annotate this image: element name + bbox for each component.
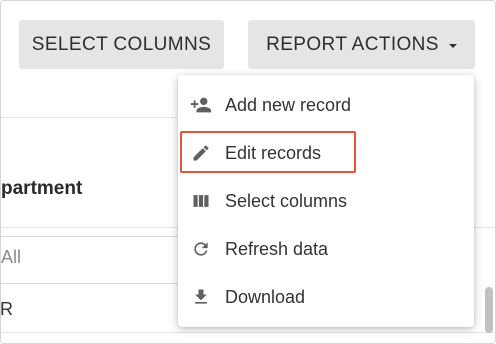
table-cell: R: [0, 299, 13, 319]
columns-icon: [190, 190, 212, 212]
menu-item-label: Add new record: [225, 94, 352, 115]
menu-item-label: Select columns: [225, 190, 348, 211]
report-panel: SELECT COLUMNS REPORT ACTIONS partment A…: [0, 0, 496, 344]
menu-item-label: Edit records: [225, 142, 322, 163]
divider: [1, 117, 177, 118]
pencil-icon: [190, 142, 212, 164]
download-icon: [190, 286, 212, 308]
report-actions-button[interactable]: REPORT ACTIONS: [248, 20, 475, 69]
menu-item-edit-records[interactable]: Edit records: [178, 129, 474, 177]
menu-item-label: Download: [225, 286, 306, 307]
scrollbar-thumb[interactable]: [485, 287, 493, 333]
department-column-header[interactable]: partment: [1, 178, 82, 200]
caret-down-icon: [448, 43, 457, 48]
select-columns-button[interactable]: SELECT COLUMNS: [19, 20, 224, 69]
select-columns-button-label: SELECT COLUMNS: [31, 33, 212, 55]
report-actions-button-label: REPORT ACTIONS: [266, 33, 439, 55]
menu-item-refresh-data[interactable]: Refresh data: [178, 225, 474, 273]
menu-item-add-new-record[interactable]: Add new record: [178, 81, 474, 129]
divider: [1, 332, 495, 333]
add-person-icon: [190, 94, 212, 116]
department-filter-value: All: [1, 247, 22, 267]
report-actions-menu: Add new record Edit records Select colum…: [178, 75, 474, 327]
refresh-icon: [190, 238, 212, 260]
menu-item-label: Refresh data: [225, 238, 329, 259]
menu-item-select-columns[interactable]: Select columns: [178, 177, 474, 225]
menu-item-download[interactable]: Download: [178, 273, 474, 321]
